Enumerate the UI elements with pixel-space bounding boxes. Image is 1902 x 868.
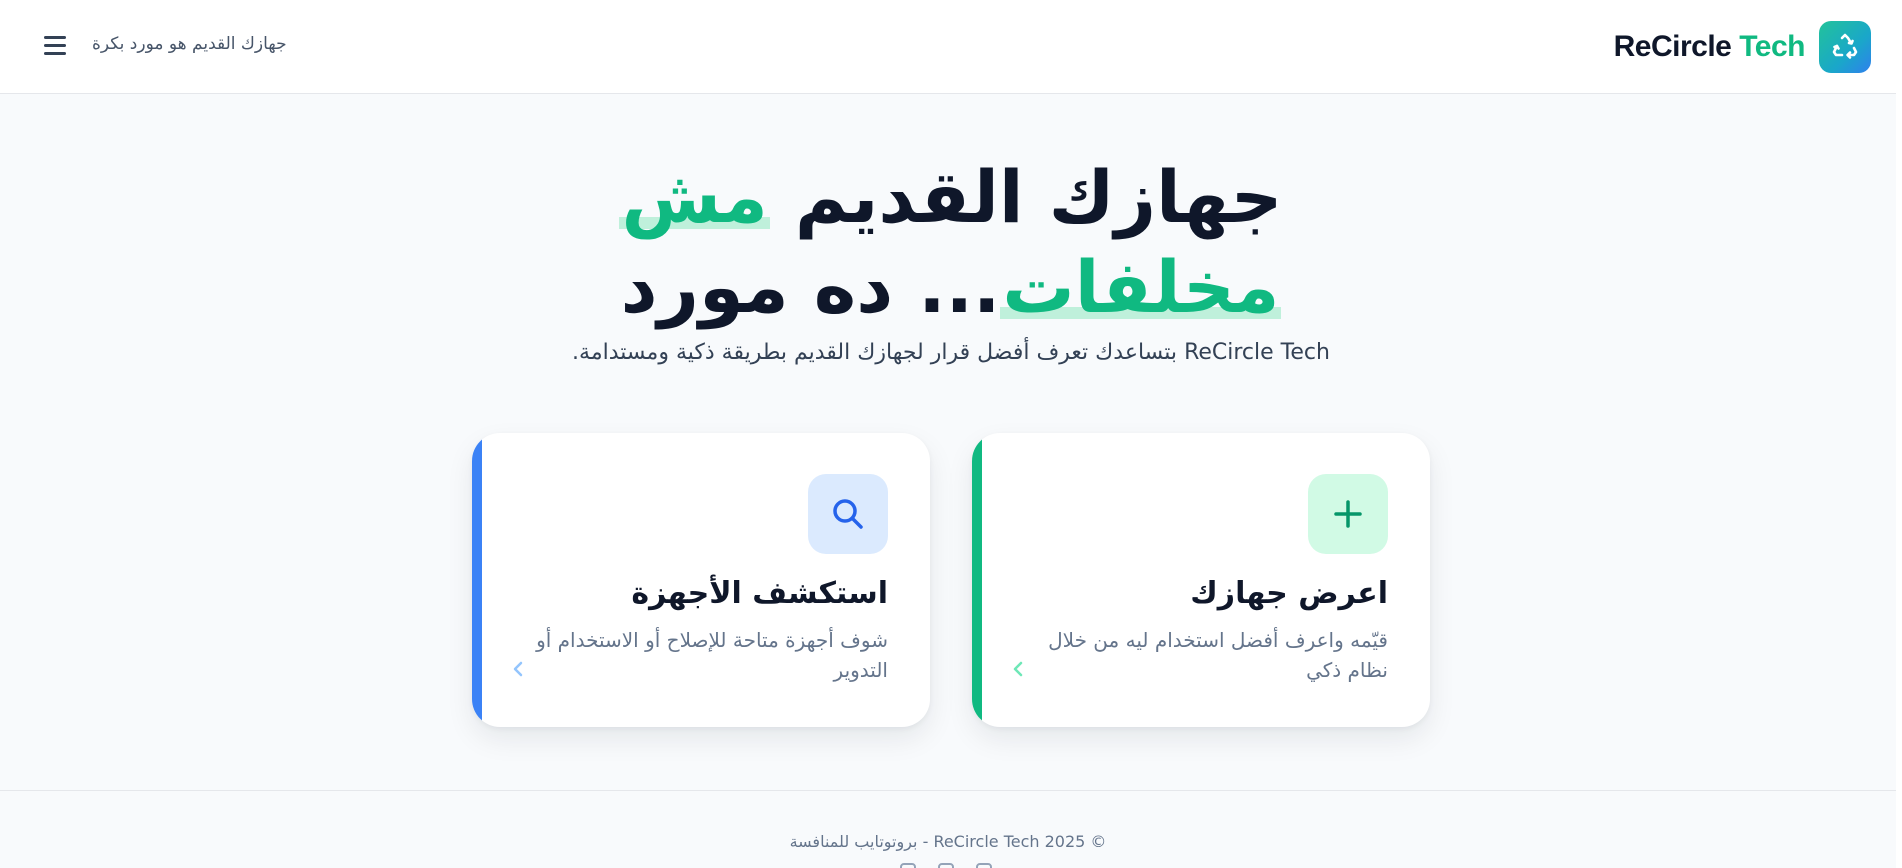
menu-icon-bar — [44, 35, 66, 39]
footer: © 2025 ReCircle Tech - بروتوتايب للمنافس… — [0, 790, 1896, 868]
scrollbar[interactable] — [1896, 0, 1902, 868]
social-icon[interactable] — [938, 863, 954, 868]
social-icon[interactable] — [976, 863, 992, 868]
brand[interactable]: ReCircle Tech — [1614, 21, 1871, 73]
menu-icon-bar — [44, 51, 66, 55]
explore-devices-card-title: استكشف الأجهزة — [631, 576, 888, 611]
brand-name: ReCircle Tech — [1613, 30, 1806, 64]
menu-icon-bar — [44, 43, 66, 47]
brand-name-part2: Tech — [1731, 30, 1805, 63]
footer-social-links — [900, 863, 992, 868]
social-icon[interactable] — [900, 863, 916, 868]
chevron-left-icon — [1008, 659, 1028, 679]
hero-subtitle: ReCircle Tech بتساعدك تعرف أفضل قرار لجه… — [572, 340, 1330, 365]
page: ReCircle Tech جهازك القديم هو مورد بكرة … — [0, 0, 1902, 868]
explore-devices-card[interactable]: استكشف الأجهزة شوف أجهزة متاحة للإصلاح أ… — [472, 433, 930, 727]
offer-device-card[interactable]: اعرض جهازك قيّمه واعرف أفضل استخدام ليه … — [972, 433, 1430, 727]
plus-icon — [1308, 474, 1388, 554]
hamburger-menu-button[interactable] — [36, 30, 66, 60]
brand-name-part1: ReCircle — [1613, 30, 1732, 63]
hero-title-highlight-waste: مخلفات — [1000, 245, 1282, 329]
offer-device-card-description: قيّمه واعرف أفضل استخدام ليه من خلال نظا… — [1048, 628, 1388, 682]
hero-title-line2: مخلفات... ده مورد — [621, 245, 1282, 329]
hero-title-line2-text: ... ده مورد — [620, 245, 1002, 329]
top-navbar: ReCircle Tech جهازك القديم هو مورد بكرة — [0, 0, 1896, 94]
offer-device-card-title: اعرض جهازك — [1190, 576, 1388, 611]
header-tagline: جهازك القديم هو مورد بكرة — [92, 34, 287, 54]
explore-devices-card-description: شوف أجهزة متاحة للإصلاح أو الاستخدام أو … — [536, 628, 888, 682]
recycle-icon — [1819, 21, 1871, 73]
hero-title: جهازك القديم مش مخلفات... ده مورد — [551, 152, 1351, 332]
hero-title-line1: جهازك القديم مش — [619, 155, 1284, 239]
footer-copyright: © 2025 ReCircle Tech - بروتوتايب للمنافس… — [789, 832, 1107, 851]
chevron-left-icon — [508, 659, 528, 679]
hero-title-highlight-mesh: مش — [619, 155, 770, 239]
hero-title-line1-text: جهازك القديم — [769, 155, 1284, 239]
search-icon — [808, 474, 888, 554]
